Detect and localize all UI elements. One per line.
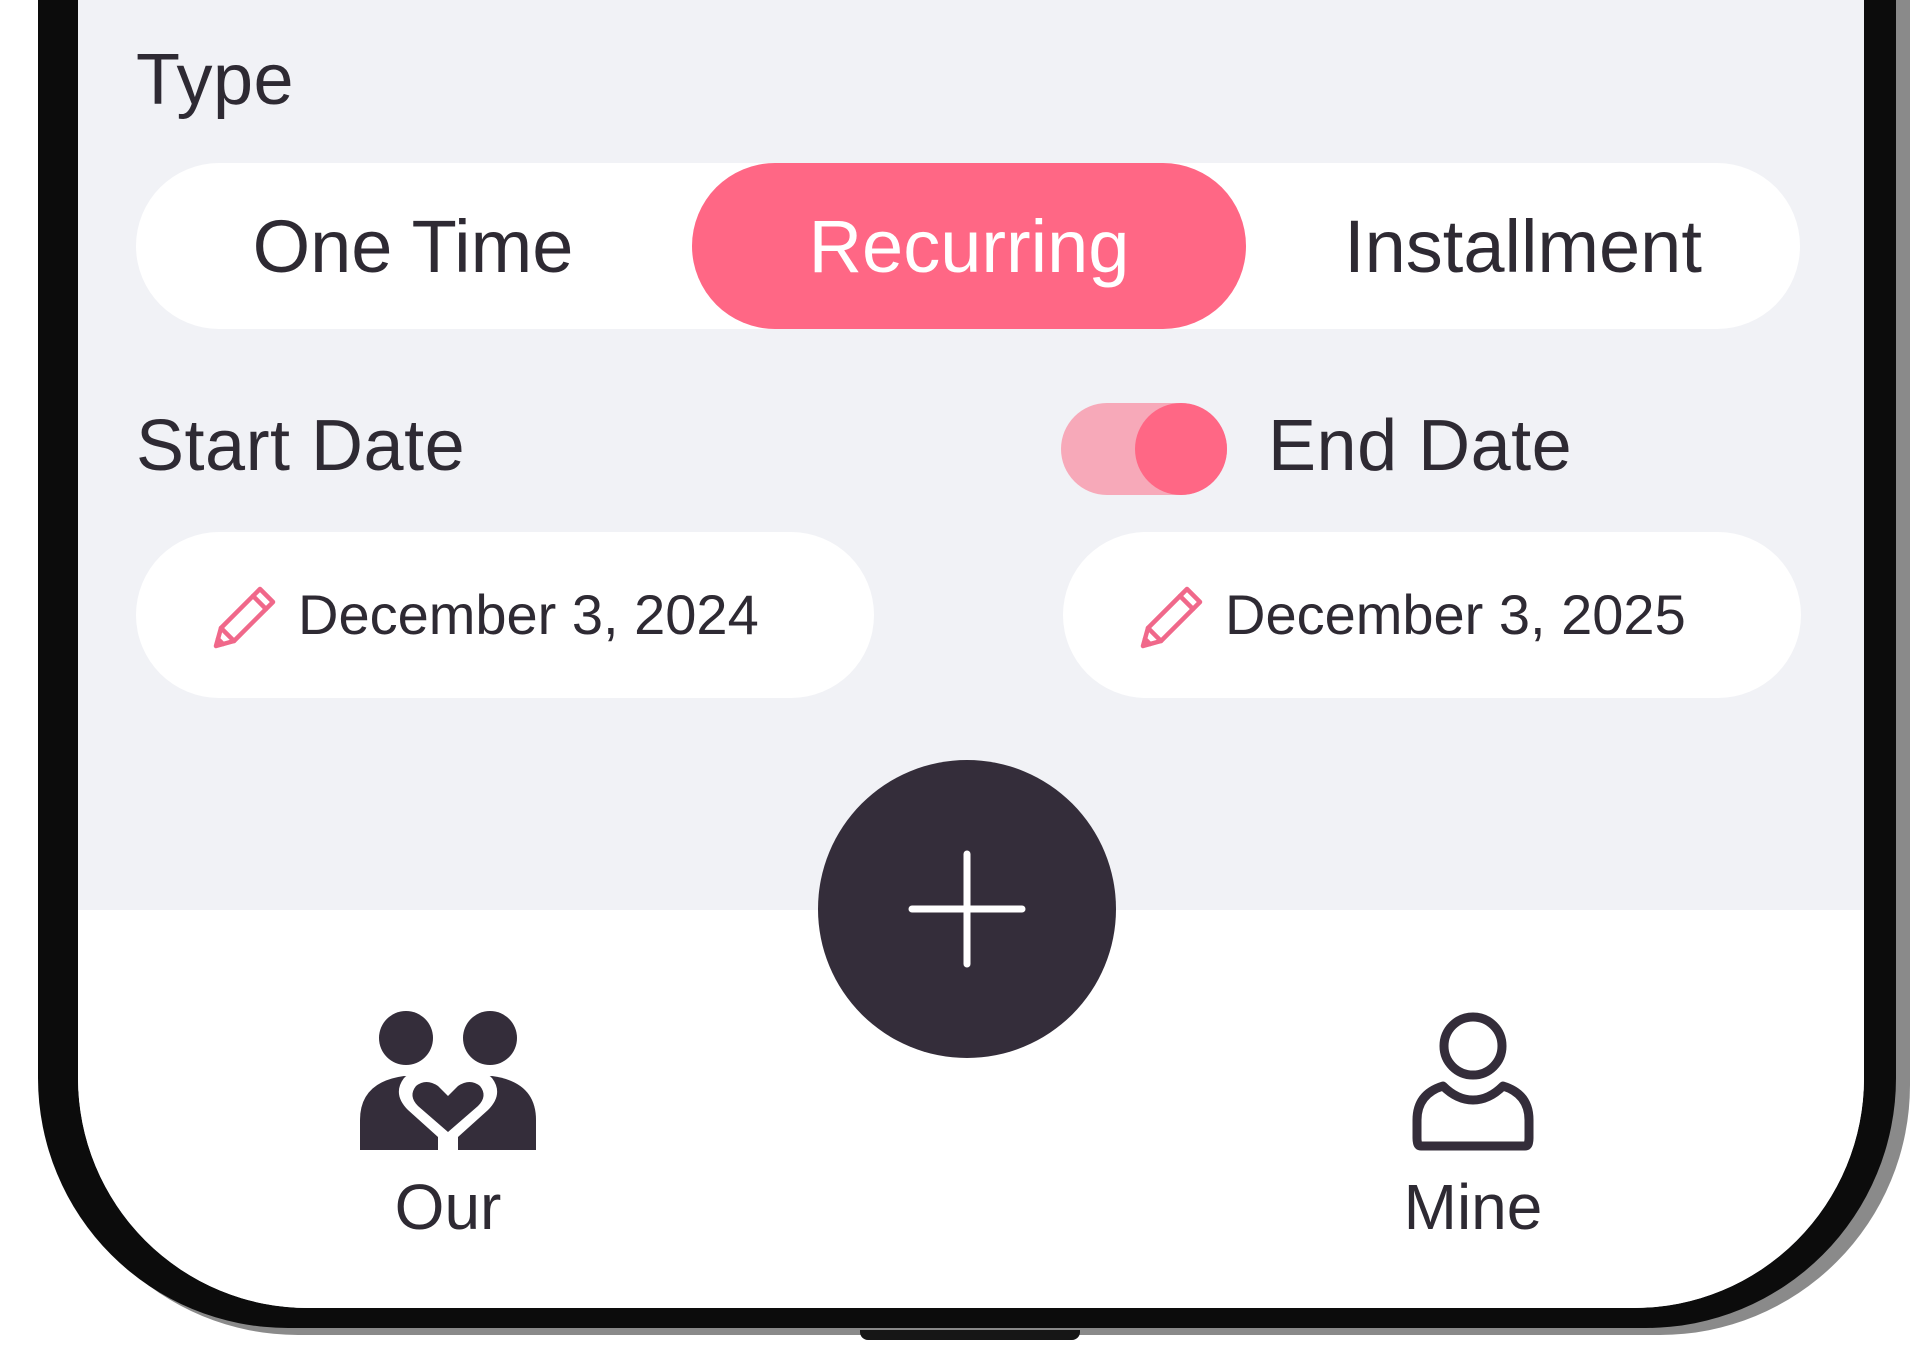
plus-icon (908, 850, 1026, 968)
start-date-label: Start Date (136, 406, 466, 486)
type-option-recurring[interactable]: Recurring (692, 163, 1246, 329)
type-option-one-time[interactable]: One Time (136, 163, 690, 329)
toggle-knob (1135, 403, 1227, 495)
phone-bottom-port (860, 1330, 1080, 1340)
type-option-installment[interactable]: Installment (1246, 163, 1800, 329)
nav-item-mine[interactable]: Mine (1363, 1010, 1583, 1243)
person-outline-icon (1412, 1012, 1534, 1151)
end-date-field[interactable]: December 3, 2025 (1063, 532, 1801, 698)
add-button[interactable] (818, 760, 1116, 1058)
nav-label-our: Our (394, 1171, 502, 1243)
app-stage: Type One Time Recurring Installment Star… (0, 0, 1920, 1360)
screen-content: Type One Time Recurring Installment Star… (78, 0, 1864, 1308)
nav-item-our[interactable]: Our (338, 1010, 558, 1243)
couple-heart-icon (360, 1011, 536, 1150)
pencil-icon (1140, 586, 1203, 649)
end-date-toggle[interactable] (1061, 403, 1227, 495)
type-segmented-control: One Time Recurring Installment (136, 163, 1800, 329)
start-date-field[interactable]: December 3, 2024 (136, 532, 874, 698)
end-date-value: December 3, 2025 (1225, 583, 1686, 646)
type-label: Type (136, 40, 295, 120)
end-date-label: End Date (1268, 406, 1573, 486)
nav-label-mine: Mine (1403, 1171, 1543, 1243)
pencil-icon (213, 586, 276, 649)
start-date-value: December 3, 2024 (298, 583, 759, 646)
phone-screen: Type One Time Recurring Installment Star… (78, 0, 1864, 1308)
